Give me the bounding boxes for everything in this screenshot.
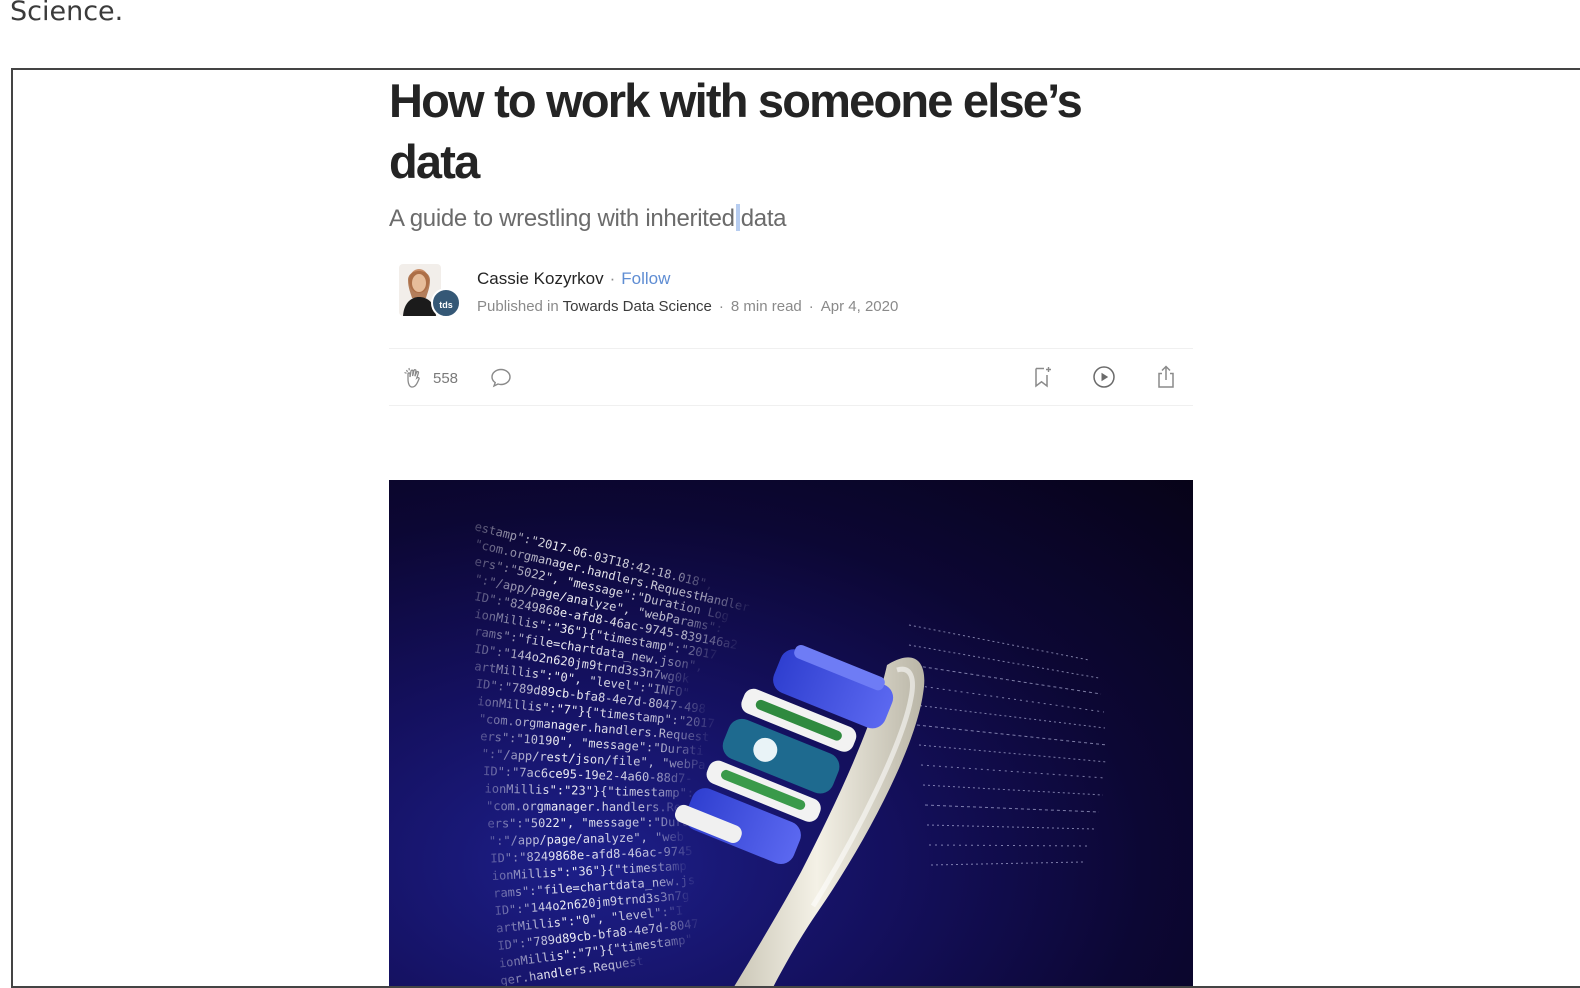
text-cursor	[735, 204, 740, 231]
toothbrush-data-illustration: estamp":"2017-06-03T18:42:18.018","com.o…	[473, 519, 1108, 986]
byline: tds Cassie Kozyrkov · Follow Published in …	[389, 264, 1193, 324]
separator-dot: ·	[808, 298, 814, 315]
comment-icon[interactable]	[488, 365, 514, 391]
code-line: "com.orgmanager.handlers.Re	[486, 799, 681, 814]
clap-count: 558	[433, 369, 459, 387]
reader-actions	[1029, 364, 1179, 390]
author-line: Cassie Kozyrkov · Follow	[477, 268, 670, 290]
author-name[interactable]: Cassie Kozyrkov	[477, 269, 604, 288]
separator-dot: ·	[718, 298, 724, 315]
play-circle-icon[interactable]	[1091, 364, 1117, 390]
article-title: How to work with someone else’s data	[389, 74, 1083, 188]
clap-icon[interactable]	[401, 365, 427, 391]
subtitle-text-end: data	[740, 205, 787, 232]
article-screenshot: How to work with someone else’s data A g…	[11, 68, 1580, 988]
data-stream: estamp":"2017-06-03T18:42:18.018","com.o…	[473, 519, 751, 986]
publish-date: Apr 4, 2020	[820, 298, 899, 315]
article: How to work with someone else’s data A g…	[389, 70, 1193, 986]
intro-text: Science.	[10, 0, 124, 27]
follow-button[interactable]: Follow	[621, 269, 670, 288]
toothbrush	[674, 644, 925, 986]
bookmark-add-icon[interactable]	[1029, 364, 1055, 390]
separator-dot: ·	[609, 269, 616, 288]
article-meta: Published in Towards Data Science · 8 min …	[477, 297, 898, 317]
published-in-label: Published in	[477, 298, 559, 315]
publication-badge[interactable]: tds	[431, 288, 461, 318]
share-icon[interactable]	[1153, 364, 1179, 390]
subtitle-text-start: A guide to wrestling with inherited	[389, 205, 735, 232]
engagement-actions: 558	[401, 365, 514, 391]
publication-name[interactable]: Towards Data Science	[563, 298, 712, 315]
hero-image: estamp":"2017-06-03T18:42:18.018", "com.o…	[389, 480, 1193, 986]
code-line: ers":"5022", "message":"Dura	[487, 815, 689, 831]
article-action-bar: 558	[389, 348, 1193, 406]
article-subtitle: A guide to wrestling with inherited data	[389, 204, 1193, 234]
stream-texture	[908, 624, 1108, 866]
read-time: 8 min read	[730, 298, 802, 315]
